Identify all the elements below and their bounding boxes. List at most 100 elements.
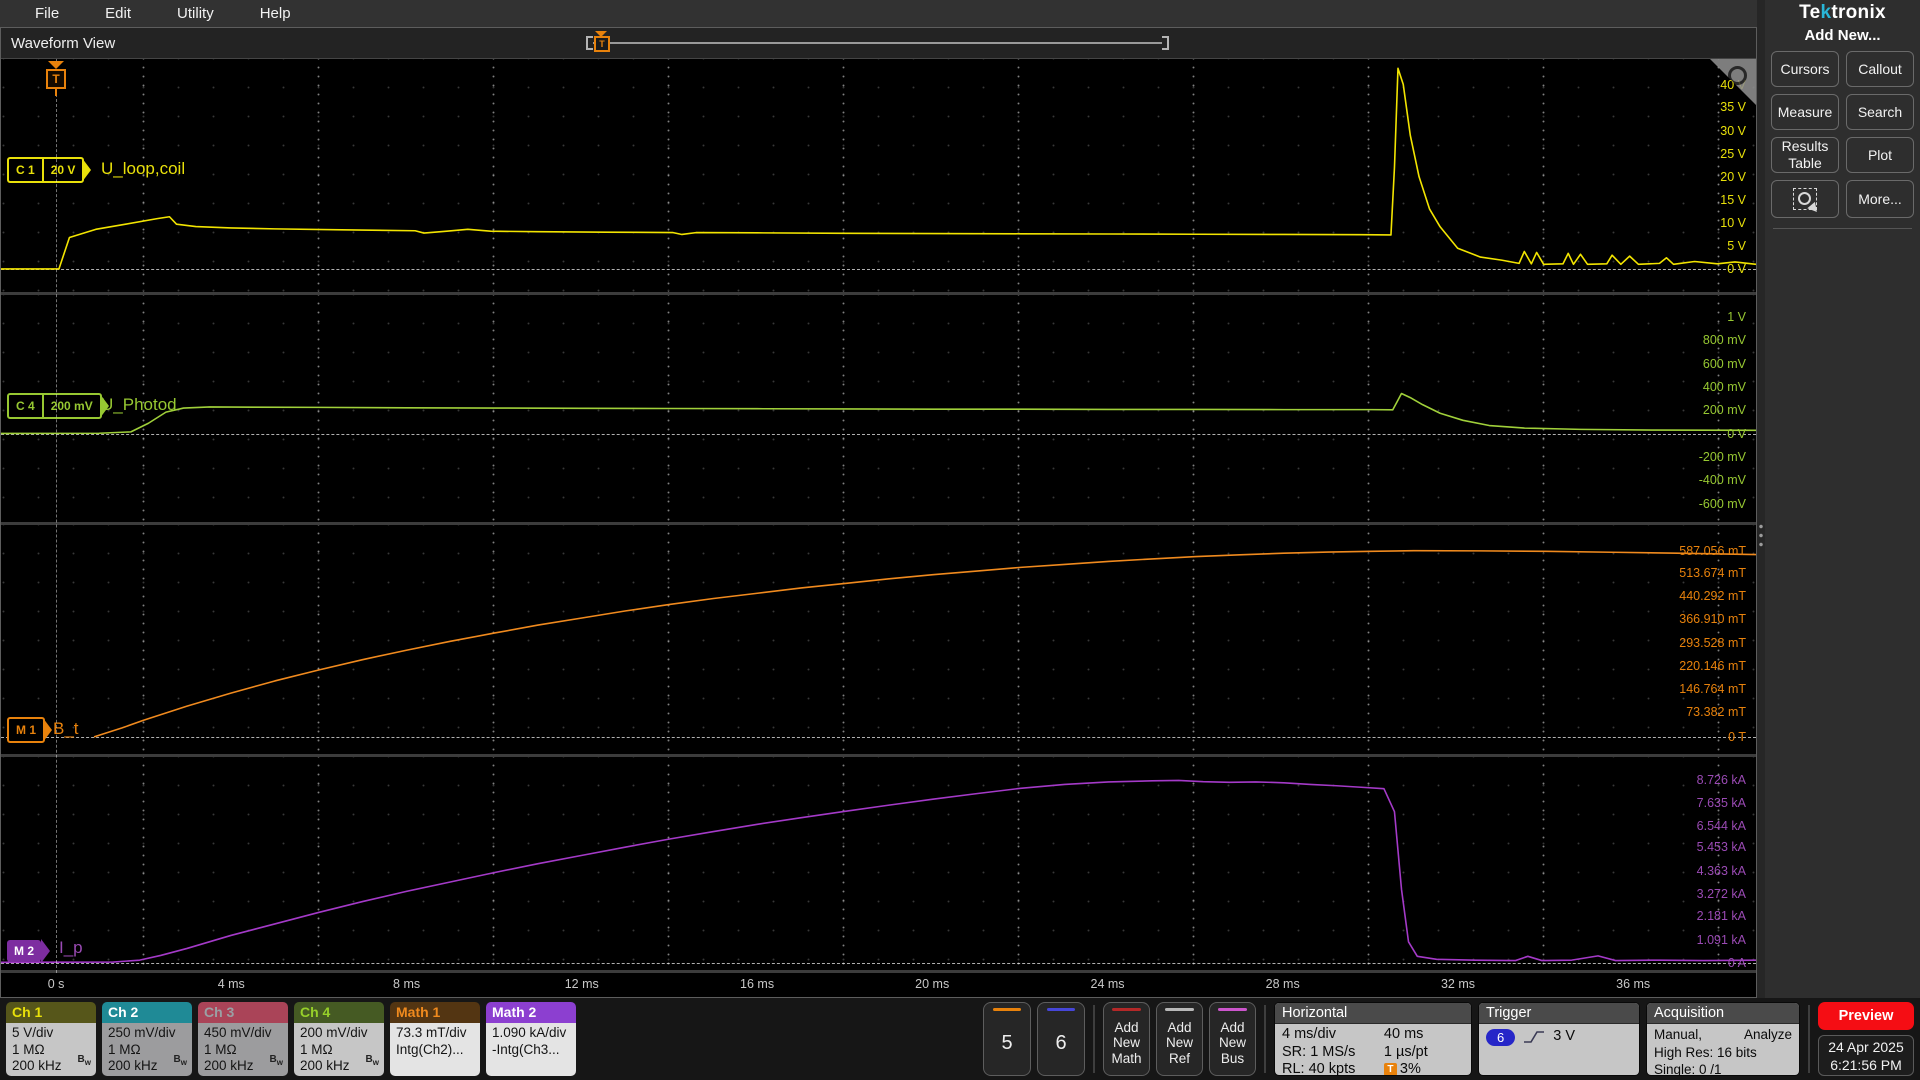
channel-badge-ch-4[interactable]: Ch 4 200 mV/div 1 MΩ 200 kHz Bw — [294, 1002, 384, 1076]
pan-strip-line — [593, 42, 1162, 44]
separator — [1264, 1005, 1266, 1073]
trigger-panel[interactable]: Trigger 6 3 V — [1478, 1002, 1640, 1076]
channel-badge-ch-2[interactable]: Ch 2 250 mV/div 1 MΩ 200 kHz Bw — [102, 1002, 192, 1076]
channel-button-6[interactable]: 6 — [1037, 1002, 1085, 1076]
channel-badge-header: Math 2 — [486, 1002, 576, 1023]
trigger-panel-title: Trigger — [1479, 1003, 1639, 1024]
channel-badge-ch-1[interactable]: Ch 15 V/div 1 MΩ 200 kHz Bw — [6, 1002, 96, 1076]
menu-item-file[interactable]: File — [12, 5, 82, 22]
channel-badge-header: Math 1 — [390, 1002, 480, 1023]
channel-setting: -Intg(Ch3... — [492, 1041, 560, 1057]
channel-badge-math-1[interactable]: Math 1 73.3 mT/div Intg(Ch2)... — [390, 1002, 480, 1076]
zoom-select-button[interactable] — [1771, 180, 1839, 218]
add-button-label: Add New Math — [1111, 1019, 1142, 1066]
sidebar-button-search[interactable]: Search — [1846, 94, 1914, 130]
waveform-region-ch1: 40 V 35 V 30 V 25 V 20 V 15 V 10 V5 V0 VC 1 20 … — [1, 59, 1756, 296]
axis-label-ch4: -600 mV — [1698, 496, 1746, 511]
channel-badge-ch-3[interactable]: Ch 3 450 mV/div 1 MΩ 200 kHz Bw — [198, 1002, 288, 1076]
horizontal-value: RL: 40 kpts — [1282, 1061, 1356, 1076]
horizontal-row: SR: 1 MS/s 1 µs/pt — [1282, 1044, 1464, 1062]
badge-cell: 20 V — [41, 158, 83, 181]
horizontal-row: RL: 40 kpts T 3% — [1282, 1061, 1464, 1076]
preview-button[interactable]: Preview — [1818, 1002, 1914, 1030]
pan-zoom-strip[interactable]: T — [586, 31, 1169, 52]
axis-label-math2: 0 A — [1727, 955, 1746, 970]
waveform-label-ch1[interactable]: U_loop,coil — [101, 157, 185, 181]
menu-item-help[interactable]: Help — [237, 5, 314, 22]
trigger-source-badge: 6 — [1486, 1028, 1516, 1046]
menu-item-edit[interactable]: Edit — [82, 5, 154, 22]
trigger-position-marker[interactable]: T — [594, 31, 610, 52]
waveform-label-math1[interactable]: B_t — [53, 717, 79, 741]
axis-label-ch4: 1 V — [1727, 310, 1746, 325]
horizontal-value-text: 3% — [1399, 1061, 1421, 1076]
waveform-region-ch4: 1 V 800 mV 600 mV 400 mV 200 mV 0 V -200 mV -40… — [1, 295, 1756, 526]
channel-button-5[interactable]: 5 — [983, 1002, 1031, 1076]
waveform-label-math2[interactable]: I_p — [59, 936, 83, 960]
badge-tip-icon — [82, 157, 92, 182]
button-add-new-ref[interactable]: Add New Ref — [1156, 1002, 1203, 1076]
separator — [1093, 1005, 1095, 1073]
axis-label-ch4: 0 V — [1727, 426, 1746, 441]
axis-label-ch4: 400 mV — [1702, 379, 1746, 394]
more-button[interactable]: More... — [1846, 180, 1914, 218]
acquisition-panel-body: Manual, Analyze High Res: 16 bits Single: 0… — [1647, 1024, 1799, 1075]
sidebar-button-plot[interactable]: Plot — [1846, 137, 1914, 173]
button-add-new-bus[interactable]: Add New Bus — [1209, 1002, 1256, 1076]
badge-cell: C 1 — [16, 162, 35, 177]
add-button-label: Add New Bus — [1218, 1019, 1246, 1066]
sidebar-button-cursors[interactable]: Cursors — [1771, 51, 1839, 87]
badge-tip-icon — [41, 939, 51, 964]
acquisition-panel[interactable]: Acquisition Manual, Analyze High Res: 16 bi… — [1646, 1002, 1800, 1076]
horizontal-value: SR: 1 MS/s — [1282, 1043, 1356, 1060]
plot-area[interactable]: 40 V 35 V 30 V 25 V 20 V 15 V 10 V5 V0 VC 1 20 … — [1, 59, 1756, 997]
axis-label-math2: 3.272 kA — [1696, 887, 1746, 902]
channel-badge-header: Ch 4 — [294, 1002, 384, 1023]
waveform-region-math2: 8.726 kA 7.635 kA 6.544 kA 5.453 kA 4.363 kA… — [1, 757, 1756, 973]
sidebar-button-callout[interactable]: Callout — [1846, 51, 1914, 87]
acquisition-row: High Res: 16 bits — [1654, 1044, 1792, 1062]
acquisition-row: Single: 0 /1 — [1654, 1061, 1792, 1075]
channel-setting: Intg(Ch2)... — [396, 1041, 464, 1057]
axis-label-ch4: 800 mV — [1702, 333, 1746, 348]
channel-badge-math-2[interactable]: Math 2 1.090 kA/div -Intg(Ch3... — [486, 1002, 576, 1076]
channel-badge-body: 1.090 kA/div -Intg(Ch3... — [486, 1023, 576, 1076]
channel-badge-math1[interactable]: M 1 — [7, 717, 53, 744]
panel-splitter[interactable] — [1757, 27, 1765, 998]
channel-button-label: 5 — [1001, 1031, 1013, 1054]
axis-label-ch4: -400 mV — [1698, 473, 1746, 488]
button-add-new-math[interactable]: Add New Math — [1103, 1002, 1150, 1076]
channel-badge-body: 200 mV/div 1 MΩ 200 kHz Bw — [294, 1023, 384, 1076]
zoom-select-lens-icon — [1798, 192, 1811, 205]
horizontal-value-text: 40 ms — [1383, 1026, 1424, 1042]
channel-badge-ch1[interactable]: C 1 20 V — [7, 156, 92, 183]
channel-badge-body: 450 mV/div 1 MΩ 200 kHz Bw — [198, 1023, 288, 1076]
axis-label-math1: 440.292 mT — [1679, 589, 1746, 604]
waveform-label-ch4[interactable]: U_Photod — [101, 393, 177, 417]
sidebar-button-results-table[interactable]: Results Table — [1771, 137, 1839, 173]
axis-label-math1: 293.528 mT — [1679, 635, 1746, 650]
time-axis-label: 16 ms — [740, 976, 775, 991]
trigger-flag-tail — [55, 89, 57, 96]
time-axis-label: 4 ms — [217, 976, 245, 991]
badge-cell: M 2 — [14, 944, 35, 959]
date-label: 24 Apr 2025 — [1828, 1038, 1904, 1055]
sidebar-button-measure[interactable]: Measure — [1771, 94, 1839, 130]
horizontal-panel[interactable]: Horizontal 4 ms/div 40 ms SR: 1 MS/s 1 µs/pt… — [1274, 1002, 1472, 1076]
channel-badge-ch4[interactable]: C 4 200 mV — [7, 392, 109, 419]
channel-setting: 73.3 mT/div — [396, 1025, 467, 1040]
waveform-view-titlebar: Waveform View T — [1, 28, 1756, 59]
right-sidebar: Tektronix Add New... Cursors Callout Measu… — [1765, 0, 1920, 998]
acquisition-panel-title: Acquisition — [1647, 1003, 1799, 1024]
menu-item-utility[interactable]: Utility — [154, 5, 237, 22]
channel-badge-math2[interactable]: M 2 — [7, 939, 51, 964]
trigger-flag[interactable]: T — [46, 61, 66, 96]
axis-label-math1: 366.910 mT — [1679, 612, 1746, 627]
channel-badge-body: 5 V/div 1 MΩ 200 kHz Bw — [6, 1023, 96, 1076]
time-axis-label: 8 ms — [393, 976, 421, 991]
pan-strip-right-bracket — [1162, 36, 1169, 50]
time-axis-label: 28 ms — [1265, 976, 1300, 991]
bandwidth-icon: Bw — [269, 1054, 283, 1067]
horizontal-row: 4 ms/div 40 ms — [1282, 1026, 1464, 1044]
horizontal-value: 4 ms/div — [1282, 1026, 1336, 1042]
